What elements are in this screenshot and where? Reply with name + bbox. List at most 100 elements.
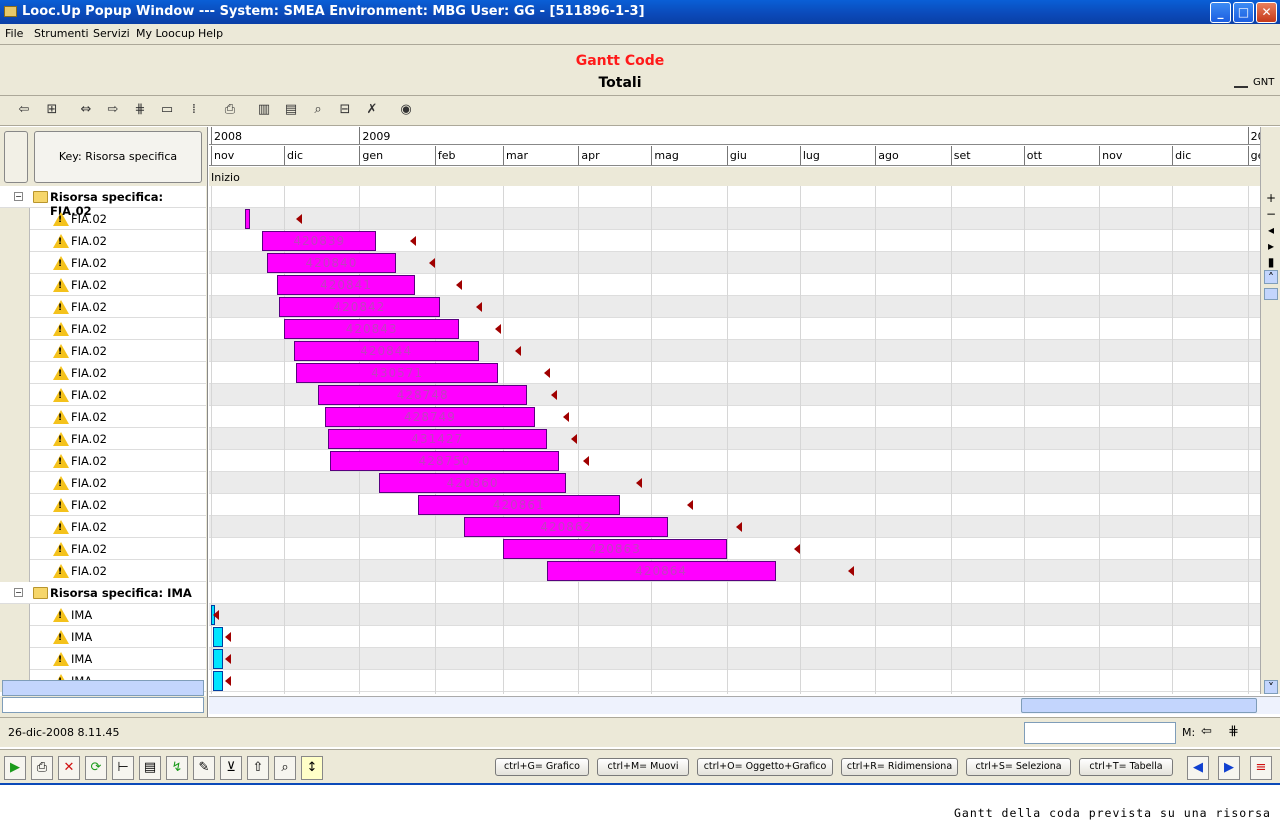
m-grid-icon[interactable]: ⋕ xyxy=(1228,724,1239,739)
gantt-bar[interactable]: 428749 xyxy=(325,407,535,427)
gantt-bar[interactable]: 430571 xyxy=(296,363,499,383)
tree-row[interactable]: ! FIA.02 xyxy=(0,384,206,406)
tree-row[interactable]: ! FIA.02 xyxy=(0,230,206,252)
tree-horizontal-scrollbar[interactable] xyxy=(2,680,204,696)
shortcut-oggetto-button[interactable]: ctrl+O= Oggetto+Grafico xyxy=(697,758,833,776)
deadline-marker-icon[interactable] xyxy=(225,632,232,642)
deadline-marker-icon[interactable] xyxy=(225,676,232,686)
refresh-icon[interactable]: ⟳ xyxy=(85,756,107,780)
scroll-left-icon[interactable]: ◂ xyxy=(1264,223,1278,237)
gantt-bar[interactable]: 420842 xyxy=(279,297,440,317)
tree-row[interactable]: ! FIA.02 xyxy=(0,472,206,494)
tree-row[interactable]: ! FIA.02 xyxy=(0,340,206,362)
width-icon[interactable]: ⇔ xyxy=(78,102,94,118)
next-arrow-icon[interactable]: ▶ xyxy=(1218,756,1240,780)
shortcut-muovi-button[interactable]: ctrl+M= Muovi xyxy=(597,758,689,776)
zoom-icon[interactable]: ⌕ xyxy=(274,756,296,780)
close-button[interactable]: ✕ xyxy=(1256,2,1277,23)
tree-row[interactable]: ! FIA.02 xyxy=(0,538,206,560)
gantt-vertical-scrollbar[interactable]: + − ◂ ▸ ▮ ˄ ˅ xyxy=(1260,127,1280,695)
cancel-icon[interactable]: ✕ xyxy=(58,756,80,780)
collapse-icon[interactable]: − xyxy=(14,192,23,201)
back-arrow-icon[interactable]: ⇦ xyxy=(16,102,32,118)
gantt-bar[interactable]: 420840 xyxy=(266,253,396,273)
gantt-bar[interactable]: 428748 xyxy=(318,385,528,405)
deadline-marker-icon[interactable] xyxy=(429,258,436,268)
dots-icon[interactable]: ⁞ xyxy=(186,102,202,118)
zoom-out-icon[interactable]: − xyxy=(1264,207,1278,221)
tree-row[interactable]: ! FIA.02 xyxy=(0,516,206,538)
columns-icon[interactable]: ▥ xyxy=(256,102,272,118)
tree-row[interactable]: ! IMA xyxy=(0,604,206,626)
tree-row[interactable]: ! FIA.02 xyxy=(0,362,206,384)
shortcut-seleziona-button[interactable]: ctrl+S= Seleziona xyxy=(966,758,1071,776)
expand-icon[interactable]: ⊞ xyxy=(44,102,60,118)
shortcut-grafico-button[interactable]: ctrl+G= Grafico xyxy=(495,758,589,776)
edit-icon[interactable]: ✎ xyxy=(193,756,215,780)
tree-row[interactable]: ! FIA.02 xyxy=(0,274,206,296)
tree-row[interactable]: ! FIA.02 xyxy=(0,428,206,450)
tree-icon[interactable]: ⊢ xyxy=(112,756,134,780)
filter-icon[interactable]: ⊟ xyxy=(337,102,353,118)
gantt-bar[interactable] xyxy=(213,649,224,669)
shortcut-tabella-button[interactable]: ctrl+T= Tabella xyxy=(1079,758,1173,776)
view-icon[interactable]: ◉ xyxy=(398,102,414,118)
deadline-marker-icon[interactable] xyxy=(570,434,577,444)
zoom-in-icon[interactable]: + xyxy=(1264,191,1278,205)
tree-row[interactable]: ! FIA.02 xyxy=(0,296,206,318)
maximize-button[interactable]: □ xyxy=(1233,2,1254,23)
print-icon[interactable]: ⎙ xyxy=(222,102,238,118)
play-icon[interactable]: ▶ xyxy=(4,756,26,780)
tree-row[interactable]: ! FIA.02 xyxy=(0,208,206,230)
move-right-icon[interactable]: ⇨ xyxy=(105,102,121,118)
deadline-marker-icon[interactable] xyxy=(543,368,550,378)
scroll-right-icon[interactable]: ▸ xyxy=(1264,239,1278,253)
deadline-marker-icon[interactable] xyxy=(295,214,302,224)
deadline-marker-icon[interactable] xyxy=(495,324,502,334)
group-row[interactable]: − Risorsa specifica: IMA xyxy=(0,582,206,604)
gantt-bar[interactable]: 420860 xyxy=(378,473,567,493)
pin-icon[interactable]: ↕ xyxy=(301,756,323,780)
deadline-marker-icon[interactable] xyxy=(409,236,416,246)
gantt-bar[interactable]: 420841 xyxy=(276,275,416,295)
search-icon[interactable]: ⌕ xyxy=(310,102,326,118)
tree-row[interactable]: ! IMA xyxy=(0,626,206,648)
menu-strumenti[interactable]: Strumenti xyxy=(34,27,89,40)
menu-file[interactable]: File xyxy=(5,27,23,40)
tree-filter-field[interactable] xyxy=(2,697,204,713)
gnt-icon[interactable] xyxy=(1234,76,1248,88)
tree-row[interactable]: ! FIA.02 xyxy=(0,450,206,472)
status-input[interactable] xyxy=(1024,722,1176,744)
gantt-bar[interactable] xyxy=(213,671,224,691)
gantt-bar[interactable]: 420863 xyxy=(503,539,727,559)
gantt-bar[interactable]: 428750 xyxy=(330,451,559,471)
list-icon[interactable]: ▤ xyxy=(139,756,161,780)
deadline-marker-icon[interactable] xyxy=(551,390,558,400)
tree-row[interactable]: ! FIA.02 xyxy=(0,560,206,582)
gantt-bar[interactable]: 420844 xyxy=(293,341,479,361)
gantt-bar[interactable]: 420864 xyxy=(546,561,776,581)
group-row[interactable]: − Risorsa specifica: FIA.02 xyxy=(0,186,206,218)
gantt-bar[interactable]: 420861 xyxy=(417,495,620,515)
deadline-marker-icon[interactable] xyxy=(563,412,570,422)
key-button[interactable]: Key: Risorsa specifica xyxy=(34,131,202,183)
deadline-marker-icon[interactable] xyxy=(475,302,482,312)
deadline-marker-icon[interactable] xyxy=(514,346,521,356)
print-icon[interactable]: ⎙ xyxy=(31,756,53,780)
prev-arrow-icon[interactable]: ◀ xyxy=(1187,756,1209,780)
gantt-scroll-thumb[interactable] xyxy=(1021,698,1257,713)
tree-row[interactable]: ! IMA xyxy=(0,648,206,670)
scroll-down-icon[interactable]: ˅ xyxy=(1264,680,1278,695)
cart-icon[interactable]: ⊻ xyxy=(220,756,242,780)
gantt-bar[interactable]: 420839 xyxy=(262,231,377,251)
deadline-marker-icon[interactable] xyxy=(847,566,854,576)
m-back-icon[interactable]: ⇦ xyxy=(1201,724,1212,739)
gantt-bar[interactable]: 420843 xyxy=(284,319,460,339)
deadline-marker-icon[interactable] xyxy=(687,500,694,510)
gantt-chart[interactable]: 2008 2009 2010 nov dic gen feb mar apr mag giu lug… xyxy=(209,127,1260,694)
gantt-bar[interactable] xyxy=(213,627,224,647)
shortcut-ridimensiona-button[interactable]: ctrl+R= Ridimensiona xyxy=(841,758,958,776)
deadline-marker-icon[interactable] xyxy=(636,478,643,488)
collapse-icon[interactable]: − xyxy=(14,588,23,597)
minimize-button[interactable]: _ xyxy=(1210,2,1231,23)
